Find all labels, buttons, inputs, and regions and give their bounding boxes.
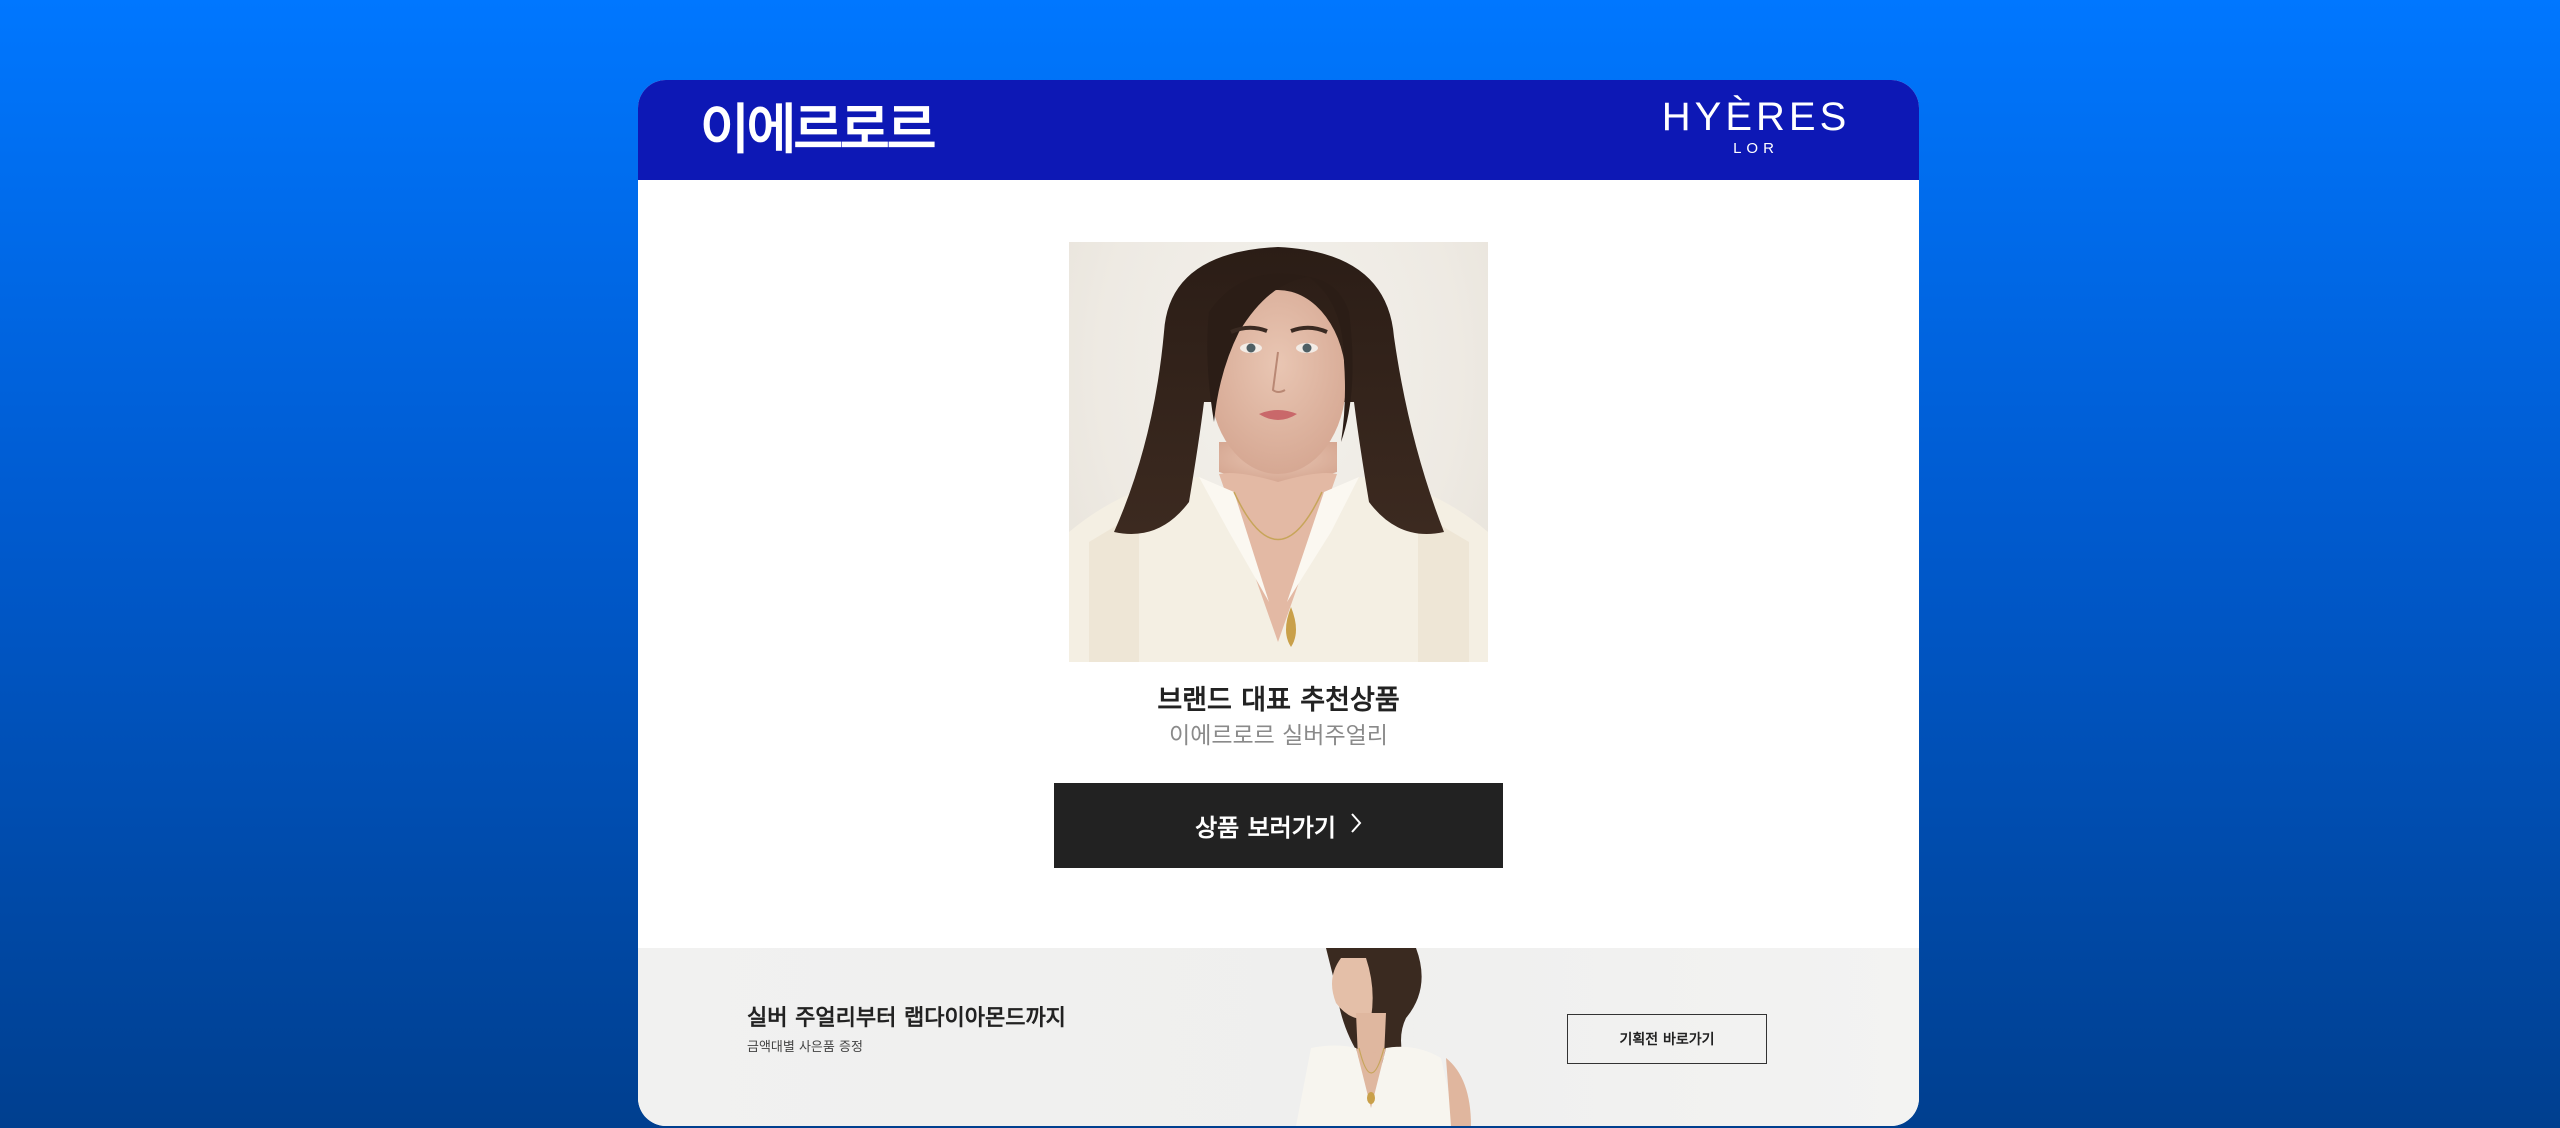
banner-subtitle: 금액대별 사은품 증정 <box>747 1040 863 1055</box>
view-products-label: 상품 보러가기 <box>1195 814 1336 842</box>
brand-logo[interactable]: HYÈRES LOR <box>1651 94 1861 158</box>
brand-name-korean[interactable]: 이에르로르 <box>700 96 936 164</box>
promotion-banner[interactable]: 실버 주얼리부터 랩다이아몬드까지 금액대별 사은품 증정 기획전 바로가기 <box>638 948 1919 1126</box>
brand-logo-sub: LOR <box>1733 140 1779 157</box>
model-portrait-illustration <box>1069 247 1488 662</box>
product-title: 브랜드 대표 추천상품 <box>1157 685 1400 716</box>
product-subtitle: 이에르로르 실버주얼리 <box>1169 723 1388 749</box>
card-header: 이에르로르 HYÈRES LOR <box>638 80 1919 180</box>
banner-title: 실버 주얼리부터 랩다이아몬드까지 <box>747 1006 1066 1031</box>
promo-card: 이에르로르 HYÈRES LOR 브랜드 대표 추천상품 이에르로르 실버주얼리… <box>638 80 1919 1126</box>
chevron-right-icon <box>1350 811 1362 841</box>
go-to-promotion-button[interactable]: 기획전 바로가기 <box>1567 1014 1767 1064</box>
banner-model-photo <box>1256 948 1496 1126</box>
view-products-button[interactable]: 상품 보러가기 <box>1054 783 1503 868</box>
product-model-photo[interactable] <box>1069 242 1488 662</box>
brand-logo-main: HYÈRES <box>1661 95 1851 139</box>
